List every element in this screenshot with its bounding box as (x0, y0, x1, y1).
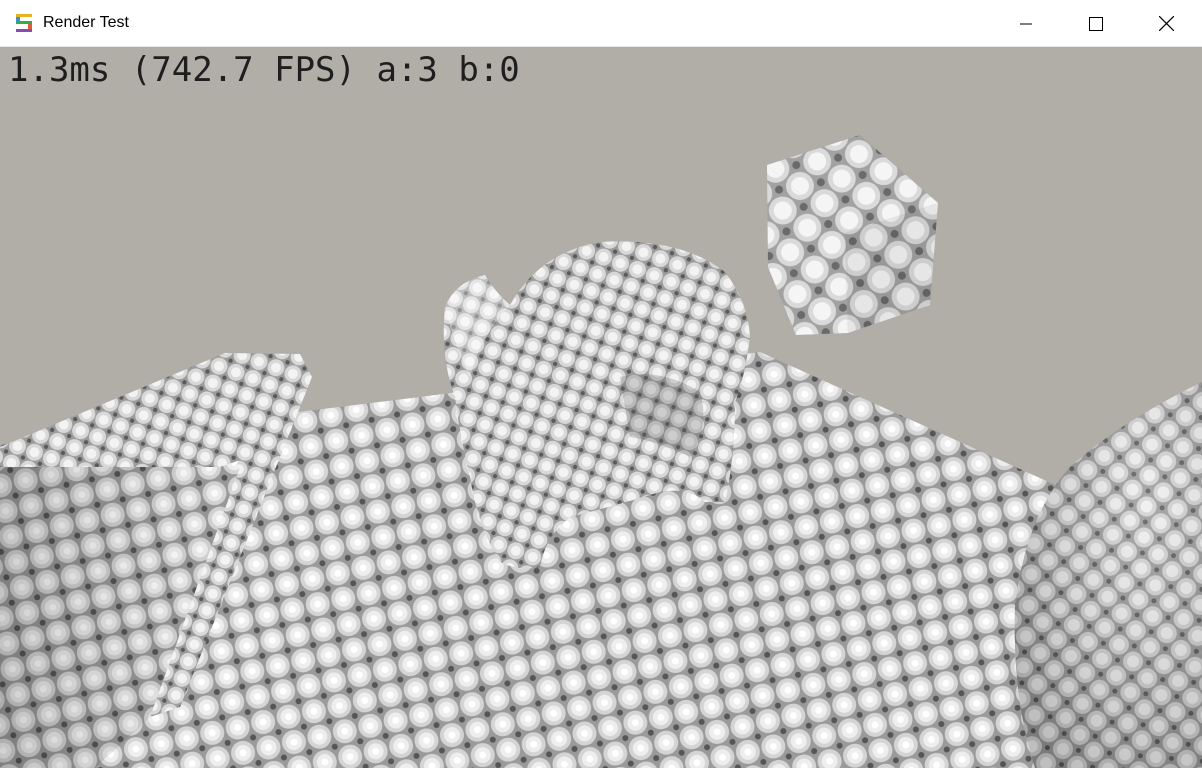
minimize-icon (1020, 18, 1032, 30)
close-icon (1158, 16, 1174, 31)
scene-canvas (0, 135, 1202, 768)
title-bar[interactable]: Render Test (0, 0, 1202, 47)
window-title: Render Test (43, 14, 129, 31)
minimize-button[interactable] (991, 0, 1061, 47)
close-button[interactable] (1131, 0, 1201, 47)
fps-stats-overlay: 1.3ms (742.7 FPS) a:3 b:0 (8, 50, 520, 90)
render-viewport[interactable]: 1.3ms (742.7 FPS) a:3 b:0 (0, 47, 1202, 768)
app-window: Render Test 1.3ms (742.7 FPS) a:3 b:0 (0, 0, 1202, 768)
maximize-icon (1089, 16, 1103, 31)
sharp-s-app-icon (14, 13, 34, 33)
maximize-button[interactable] (1061, 0, 1131, 47)
sphere-shade (1014, 382, 1202, 768)
